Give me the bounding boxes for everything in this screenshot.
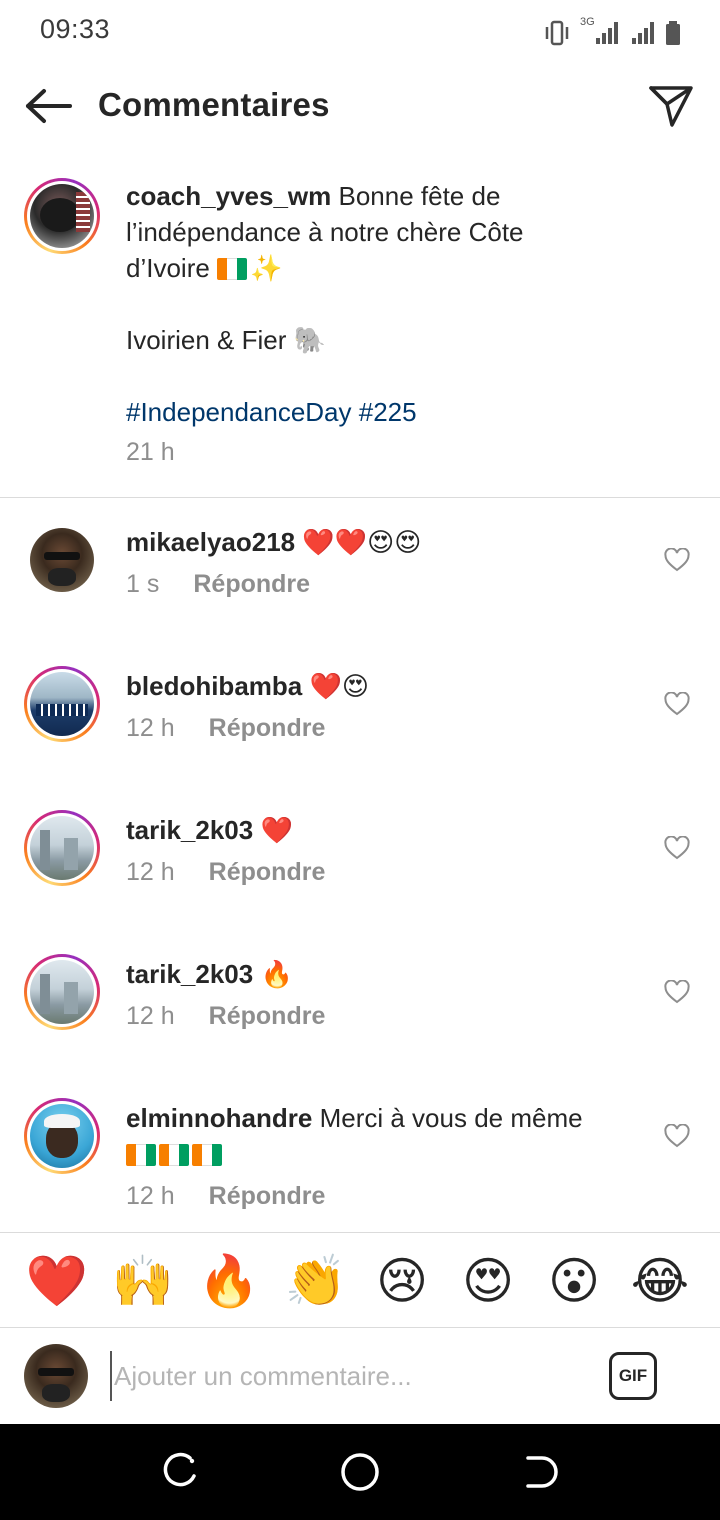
sparkles-icon: ✨ bbox=[250, 253, 283, 283]
comment-username[interactable]: tarik_2k03 bbox=[126, 815, 253, 845]
vibrate-icon bbox=[545, 20, 569, 46]
like-button[interactable] bbox=[662, 1122, 692, 1150]
paper-plane-icon bbox=[649, 86, 693, 127]
recents-button[interactable] bbox=[158, 1450, 202, 1494]
comment-avatar[interactable] bbox=[24, 810, 100, 886]
status-bar: 09:33 3G bbox=[0, 0, 720, 60]
status-time: 09:33 bbox=[40, 14, 111, 44]
emoji-sad-button[interactable]: 😢 bbox=[372, 1251, 432, 1311]
signal-icon-2 bbox=[632, 22, 654, 44]
top-bar: Commentaires bbox=[0, 60, 720, 152]
comment-avatar[interactable] bbox=[30, 528, 94, 592]
caption-line-2: Ivoirien & Fier 🐘 bbox=[126, 322, 326, 358]
share-button[interactable] bbox=[646, 82, 696, 130]
emoji-quick-bar: ❤️ 🙌 🔥 👏 😢 😍 😮 😂 bbox=[0, 1232, 720, 1328]
battery-icon bbox=[666, 21, 680, 45]
like-button[interactable] bbox=[662, 690, 692, 718]
comment-meta: 12 h Répondre bbox=[126, 714, 325, 743]
comment-emojis: ❤️ bbox=[260, 815, 293, 845]
comment-time: 1 s bbox=[126, 570, 160, 598]
comment-item: bledohibamba ❤️😍 12 h Répondre bbox=[0, 666, 720, 788]
comment-text: bledohibamba ❤️😍 bbox=[126, 668, 626, 704]
comment-avatar[interactable] bbox=[24, 1098, 100, 1174]
comment-avatar[interactable] bbox=[24, 954, 100, 1030]
comment-item: tarik_2k03 🔥 12 h Répondre bbox=[0, 954, 720, 1076]
comment-text: mikaelyao218 ❤️❤️😍😍 bbox=[126, 524, 626, 560]
comment-username[interactable]: mikaelyao218 bbox=[126, 527, 295, 557]
like-button[interactable] bbox=[662, 834, 692, 862]
comment-emojis: ❤️❤️😍😍 bbox=[302, 527, 422, 557]
comment-meta: 12 h Répondre bbox=[126, 1002, 325, 1031]
comment-emojis: ❤️😍 bbox=[309, 671, 369, 701]
comment-text: tarik_2k03 ❤️ bbox=[126, 812, 626, 848]
gif-button[interactable]: GIF bbox=[609, 1352, 657, 1400]
caption-username[interactable]: coach_yves_wm bbox=[126, 181, 331, 211]
reply-button[interactable]: Répondre bbox=[209, 1182, 326, 1211]
recents-icon bbox=[163, 1452, 196, 1487]
caption-avatar[interactable] bbox=[24, 178, 100, 254]
comment-text: tarik_2k03 🔥 bbox=[126, 956, 626, 992]
comment-username[interactable]: tarik_2k03 bbox=[126, 959, 253, 989]
comment-item: mikaelyao218 ❤️❤️😍😍 1 s Répondre bbox=[0, 524, 720, 644]
heart-outline-icon bbox=[664, 980, 690, 1004]
comment-time: 12 h bbox=[126, 858, 175, 886]
reply-button[interactable]: Répondre bbox=[209, 858, 326, 887]
comment-meta: 12 h Répondre bbox=[126, 1182, 325, 1211]
like-button[interactable] bbox=[662, 978, 692, 1006]
arrow-left-icon bbox=[26, 89, 72, 123]
elephant-icon: 🐘 bbox=[293, 325, 326, 355]
back-button[interactable] bbox=[22, 82, 74, 130]
emoji-fire-button[interactable]: 🔥 bbox=[198, 1251, 260, 1311]
comment-input[interactable] bbox=[110, 1351, 580, 1401]
comment-item: elminnohandre Merci à vous de même 12 h … bbox=[0, 1098, 720, 1220]
heart-outline-icon bbox=[664, 548, 690, 572]
comment-time: 12 h bbox=[126, 1182, 175, 1210]
system-nav-bar bbox=[0, 1424, 720, 1520]
ivory-coast-flag-icon bbox=[217, 258, 248, 280]
caption-hashtags[interactable]: #IndependanceDay #225 bbox=[126, 394, 417, 430]
comment-emojis: 🔥 bbox=[260, 959, 293, 989]
comment-time: 12 h bbox=[126, 714, 175, 742]
emoji-laughing-button[interactable]: 😂 bbox=[630, 1251, 690, 1311]
back-nav-button[interactable] bbox=[518, 1450, 562, 1494]
emoji-heart-eyes-button[interactable]: 😍 bbox=[458, 1251, 518, 1311]
comment-meta: 1 s Répondre bbox=[126, 570, 310, 599]
emoji-heart-button[interactable]: ❤️ bbox=[26, 1251, 88, 1311]
emoji-surprised-button[interactable]: 😮 bbox=[544, 1251, 604, 1311]
emoji-clap-button[interactable]: 👏 bbox=[285, 1251, 347, 1311]
comment-avatar[interactable] bbox=[24, 666, 100, 742]
like-button[interactable] bbox=[662, 546, 692, 574]
reply-button[interactable]: Répondre bbox=[193, 570, 310, 599]
page-title: Commentaires bbox=[98, 86, 330, 123]
post-caption: coach_yves_wm Bonne fête de l’indépendan… bbox=[0, 170, 720, 498]
my-avatar bbox=[24, 1344, 88, 1408]
status-icons: 3G bbox=[542, 16, 682, 46]
comment-meta: 12 h Répondre bbox=[126, 858, 325, 887]
comment-text: elminnohandre Merci à vous de même bbox=[126, 1100, 626, 1172]
home-button[interactable] bbox=[338, 1450, 382, 1494]
reply-button[interactable]: Répondre bbox=[209, 1002, 326, 1031]
heart-outline-icon bbox=[664, 1124, 690, 1148]
comment-body: Merci à vous de même bbox=[319, 1103, 583, 1133]
heart-outline-icon bbox=[664, 692, 690, 716]
ivory-coast-flags-icon bbox=[126, 1139, 225, 1169]
comment-time: 12 h bbox=[126, 1002, 175, 1030]
comment-composer: GIF bbox=[0, 1329, 720, 1424]
emoji-raised-hands-button[interactable]: 🙌 bbox=[112, 1251, 174, 1311]
heart-outline-icon bbox=[664, 836, 690, 860]
caption-time: 21 h bbox=[126, 438, 175, 466]
caption-text: coach_yves_wm Bonne fête de l’indépendan… bbox=[126, 178, 596, 286]
comment-username[interactable]: elminnohandre bbox=[126, 1103, 312, 1133]
reply-button[interactable]: Répondre bbox=[209, 714, 326, 743]
comment-username[interactable]: bledohibamba bbox=[126, 671, 302, 701]
comment-item: tarik_2k03 ❤️ 12 h Répondre bbox=[0, 810, 720, 932]
signal-icon-1: 3G bbox=[580, 16, 622, 46]
back-nav-icon bbox=[524, 1456, 558, 1488]
home-icon bbox=[341, 1453, 379, 1491]
caption-line-2-text: Ivoirien & Fier bbox=[126, 325, 287, 355]
